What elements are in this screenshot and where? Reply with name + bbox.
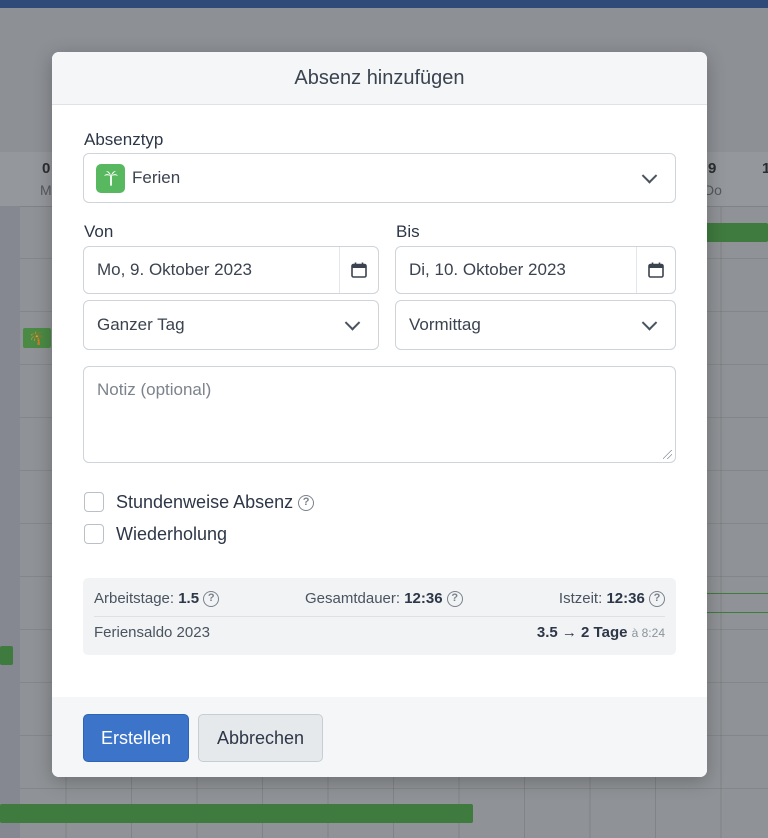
from-label: Von (84, 222, 114, 241)
repeat-label[interactable]: Wiederholung (116, 524, 227, 545)
calendar-left-column (0, 206, 20, 838)
from-period-select[interactable]: Ganzer Tag (83, 300, 379, 350)
to-period-value: Vormittag (409, 315, 481, 334)
vacation-balance-note: à 8:24 (631, 626, 665, 640)
actual-time-value: 12:36 (606, 590, 645, 607)
palm-tree-icon (96, 163, 125, 193)
note-textarea[interactable]: Notiz (optional) (83, 366, 676, 463)
total-duration-label: Gesamtdauer: (305, 590, 401, 607)
help-icon[interactable]: ? (649, 591, 665, 608)
palm-tree-icon: 🌴 (28, 330, 46, 345)
to-period-select[interactable]: Vormittag (395, 300, 676, 350)
note-placeholder: Notiz (optional) (97, 380, 212, 399)
help-icon[interactable]: ? (446, 591, 463, 608)
actual-time-label: Istzeit: (558, 590, 603, 607)
workdays-item: Arbeitstage: 1.5 ? (94, 590, 220, 608)
calendar-absence-bar[interactable] (0, 804, 473, 823)
to-date-input[interactable]: Di, 10. Oktober 2023 (395, 246, 676, 294)
vacation-balance-label: Feriensaldo 2023 (94, 624, 210, 641)
top-navigation-bar (0, 0, 768, 8)
modal-header: Absenz hinzufügen (52, 52, 707, 105)
absence-type-label: Absenztyp (84, 130, 164, 149)
from-date-value: Mo, 9. Oktober 2023 (97, 260, 252, 279)
calendar-day-abbrev: M (40, 182, 52, 198)
help-icon[interactable]: ? (298, 495, 315, 512)
calendar-day-number: 0 (42, 160, 51, 177)
hourly-absence-text: Stundenweise Absenz (116, 492, 294, 512)
absence-type-select[interactable]: Ferien (83, 153, 676, 203)
total-duration-item: Gesamtdauer: 12:36 ? (305, 590, 463, 608)
from-period-value: Ganzer Tag (97, 315, 185, 334)
actual-time-item: Istzeit: 12:36 ? (558, 590, 665, 608)
cancel-button[interactable]: Abbrechen (198, 714, 323, 762)
modal-title: Absenz hinzufügen (294, 67, 465, 89)
calendar-icon[interactable] (636, 247, 675, 293)
vacation-balance-item: 3.5 → 2 Tage à 8:24 (537, 624, 665, 641)
workdays-label: Arbeitstage: (94, 590, 175, 607)
modal-footer: Erstellen Abbrechen (52, 697, 707, 777)
calendar-absence-bar[interactable] (0, 646, 13, 665)
from-date-input[interactable]: Mo, 9. Oktober 2023 (83, 246, 379, 294)
to-label: Bis (396, 222, 420, 241)
repeat-checkbox[interactable] (84, 524, 104, 544)
to-date-value: Di, 10. Oktober 2023 (409, 260, 566, 279)
chevron-down-icon (641, 315, 658, 331)
calendar-icon[interactable] (339, 247, 378, 293)
calendar-day-number: 9 (708, 160, 717, 177)
calendar-ferien-chip[interactable]: 🌴 (23, 328, 51, 348)
create-button[interactable]: Erstellen (83, 714, 189, 762)
calendar-day-number: 1 (762, 160, 768, 177)
absence-summary: Arbeitstage: 1.5 ? Gesamtdauer: 12:36 ? … (83, 578, 676, 655)
calendar-absence-bar[interactable] (705, 223, 768, 242)
chevron-down-icon (641, 168, 658, 184)
calendar-absence-outline[interactable] (706, 593, 768, 613)
summary-divider (94, 616, 665, 617)
hourly-absence-checkbox[interactable] (84, 492, 104, 512)
add-absence-modal: Absenz hinzufügen Absenztyp Ferien Von B… (52, 52, 707, 777)
workdays-value: 1.5 (178, 590, 200, 607)
chevron-down-icon (344, 315, 361, 331)
hourly-absence-label[interactable]: Stundenweise Absenz ? (116, 492, 315, 513)
resize-handle-icon[interactable] (663, 450, 672, 459)
absence-type-value: Ferien (132, 168, 181, 187)
total-duration-value: 12:36 (404, 590, 443, 607)
vacation-balance-value: 3.5 → 2 Tage (536, 624, 628, 641)
help-icon[interactable]: ? (203, 591, 220, 608)
